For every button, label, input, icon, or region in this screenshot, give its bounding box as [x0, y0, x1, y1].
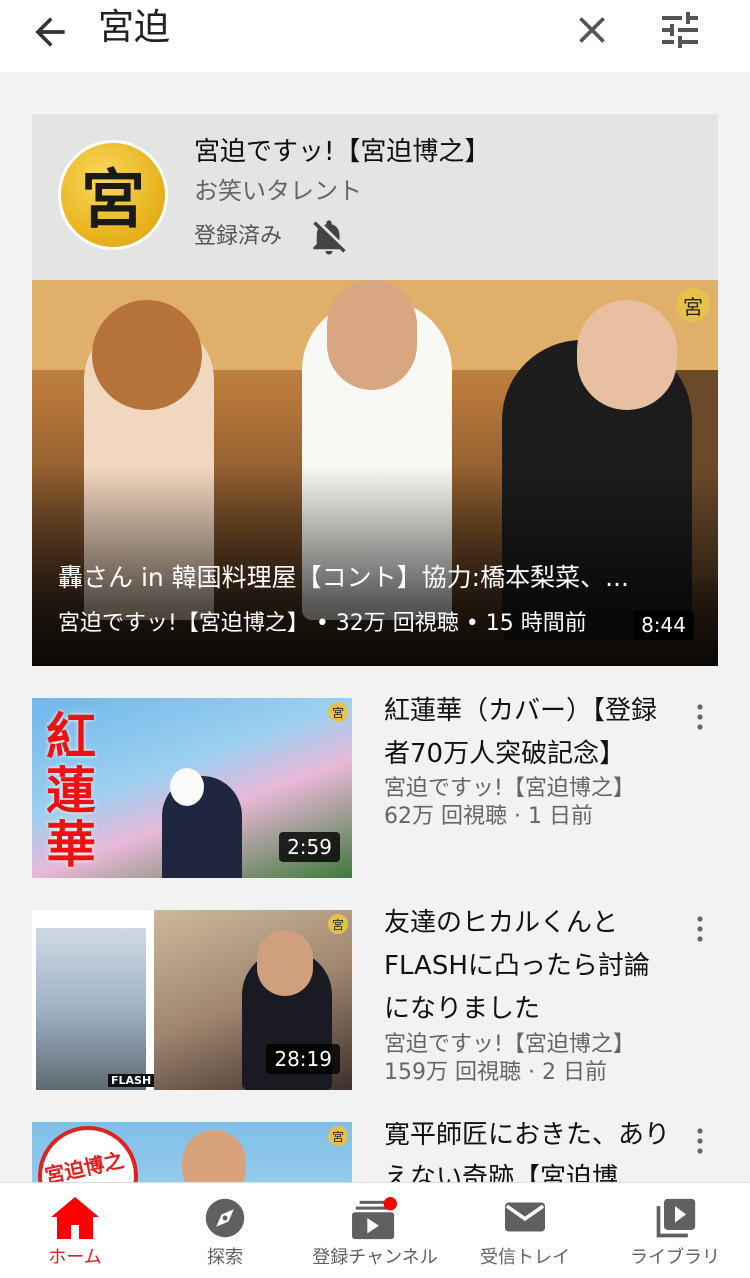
thumbnail-text: 紅蓮華: [46, 707, 96, 874]
channel-watermark: 宮: [328, 1126, 348, 1146]
thumbnail-person-head: [182, 1130, 246, 1182]
more-options-icon[interactable]: [688, 702, 712, 732]
subscriptions-icon: [352, 1197, 397, 1240]
video-list-item[interactable]: 紅蓮華 宮 2:59 紅蓮華（カバー）【登録者70万人突破記念】 宮迫ですッ!【…: [0, 696, 750, 878]
video-thumbnail[interactable]: 紅蓮華 宮 2:59: [32, 698, 352, 878]
clear-icon[interactable]: [570, 8, 614, 52]
video-list-item[interactable]: 宮迫博之 宮 寛平師匠におきた、ありえない奇跡【宮迫博: [0, 1122, 750, 1182]
featured-video-title: 轟さん in 韓国料理屋【コント】協力:橋本梨菜、...: [58, 563, 629, 592]
back-arrow-icon[interactable]: [28, 10, 72, 54]
notifications-off-icon[interactable]: [308, 216, 350, 258]
inbox-icon: [505, 1202, 545, 1232]
search-query[interactable]: 宮迫: [98, 6, 170, 50]
thumbnail-person-head: [257, 930, 313, 996]
filter-icon[interactable]: [656, 6, 704, 54]
featured-video-thumbnail[interactable]: 宮 轟さん in 韓国料理屋【コント】協力:橋本梨菜、... 宮迫ですッ!【宮迫…: [32, 280, 718, 666]
nav-home-label: ホーム: [48, 1247, 102, 1268]
duration-badge: 2:59: [279, 832, 340, 862]
person-right-head: [577, 300, 677, 410]
featured-video-meta: 宮迫ですッ!【宮迫博之】 • 32万 回視聴 • 15 時間前: [58, 611, 587, 636]
channel-avatar[interactable]: 宮: [58, 140, 168, 250]
video-channel: 宮迫ですッ!【宮迫博之】: [384, 1032, 635, 1057]
home-icon: [51, 1197, 99, 1239]
more-options-icon[interactable]: [688, 1126, 712, 1156]
channel-watermark: 宮: [328, 914, 348, 934]
thumbnail-mask: [170, 768, 204, 806]
more-options-icon[interactable]: [688, 914, 712, 944]
bottom-navigation: ホーム 探索 登録チャンネル 受信トレイ ライブラリ: [0, 1182, 750, 1278]
nav-library-label: ライブラリ: [630, 1247, 720, 1268]
channel-card[interactable]: 宮 宮迫ですッ!【宮迫博之】 お笑いタレント 登録済み: [32, 114, 718, 280]
nav-home[interactable]: ホーム: [0, 1183, 150, 1278]
video-list-item[interactable]: FLASH 宮 28:19 友達のヒカルくんとFLASHに凸ったら討論になりまし…: [0, 908, 750, 1090]
nav-inbox-label: 受信トレイ: [480, 1247, 570, 1268]
video-stats: 159万 回視聴 · 2 日前: [384, 1060, 607, 1085]
channel-category: お笑いタレント: [194, 177, 362, 205]
thumbnail-left-panel: [36, 928, 146, 1090]
video-title: 寛平師匠におきた、ありえない奇跡【宮迫博: [384, 1122, 671, 1182]
subscribed-status[interactable]: 登録済み: [194, 220, 282, 254]
channel-watermark: 宮: [676, 288, 710, 322]
nav-subscriptions-label: 登録チャンネル: [312, 1247, 438, 1268]
nav-subscriptions[interactable]: 登録チャンネル: [300, 1183, 450, 1278]
nav-explore-label: 探索: [207, 1247, 243, 1268]
person-left-hair: [92, 300, 202, 410]
nav-explore[interactable]: 探索: [150, 1183, 300, 1278]
duration-badge: 8:44: [633, 610, 694, 640]
video-thumbnail[interactable]: FLASH 宮 28:19: [32, 910, 352, 1090]
library-icon: [656, 1198, 696, 1238]
thumbnail-text: FLASH: [108, 1074, 155, 1087]
nav-library[interactable]: ライブラリ: [600, 1183, 750, 1278]
avatar-character: 宮: [81, 163, 145, 238]
nav-inbox[interactable]: 受信トレイ: [450, 1183, 600, 1278]
person-center-head: [327, 280, 417, 390]
video-title: 紅蓮華（カバー）【登録者70万人突破記念】: [384, 696, 658, 769]
video-title: 友達のヒカルくんとFLASHに凸ったら討論になりました: [384, 908, 650, 1024]
duration-badge: 28:19: [266, 1044, 340, 1074]
channel-name: 宮迫ですッ!【宮迫博之】: [194, 137, 491, 167]
search-header: 宮迫: [0, 0, 750, 72]
video-thumbnail[interactable]: 宮迫博之 宮: [32, 1122, 352, 1182]
video-stats: 62万 回視聴 · 1 日前: [384, 804, 593, 829]
explore-icon: [205, 1198, 245, 1238]
video-channel: 宮迫ですッ!【宮迫博之】: [384, 776, 635, 801]
channel-watermark: 宮: [328, 702, 348, 722]
